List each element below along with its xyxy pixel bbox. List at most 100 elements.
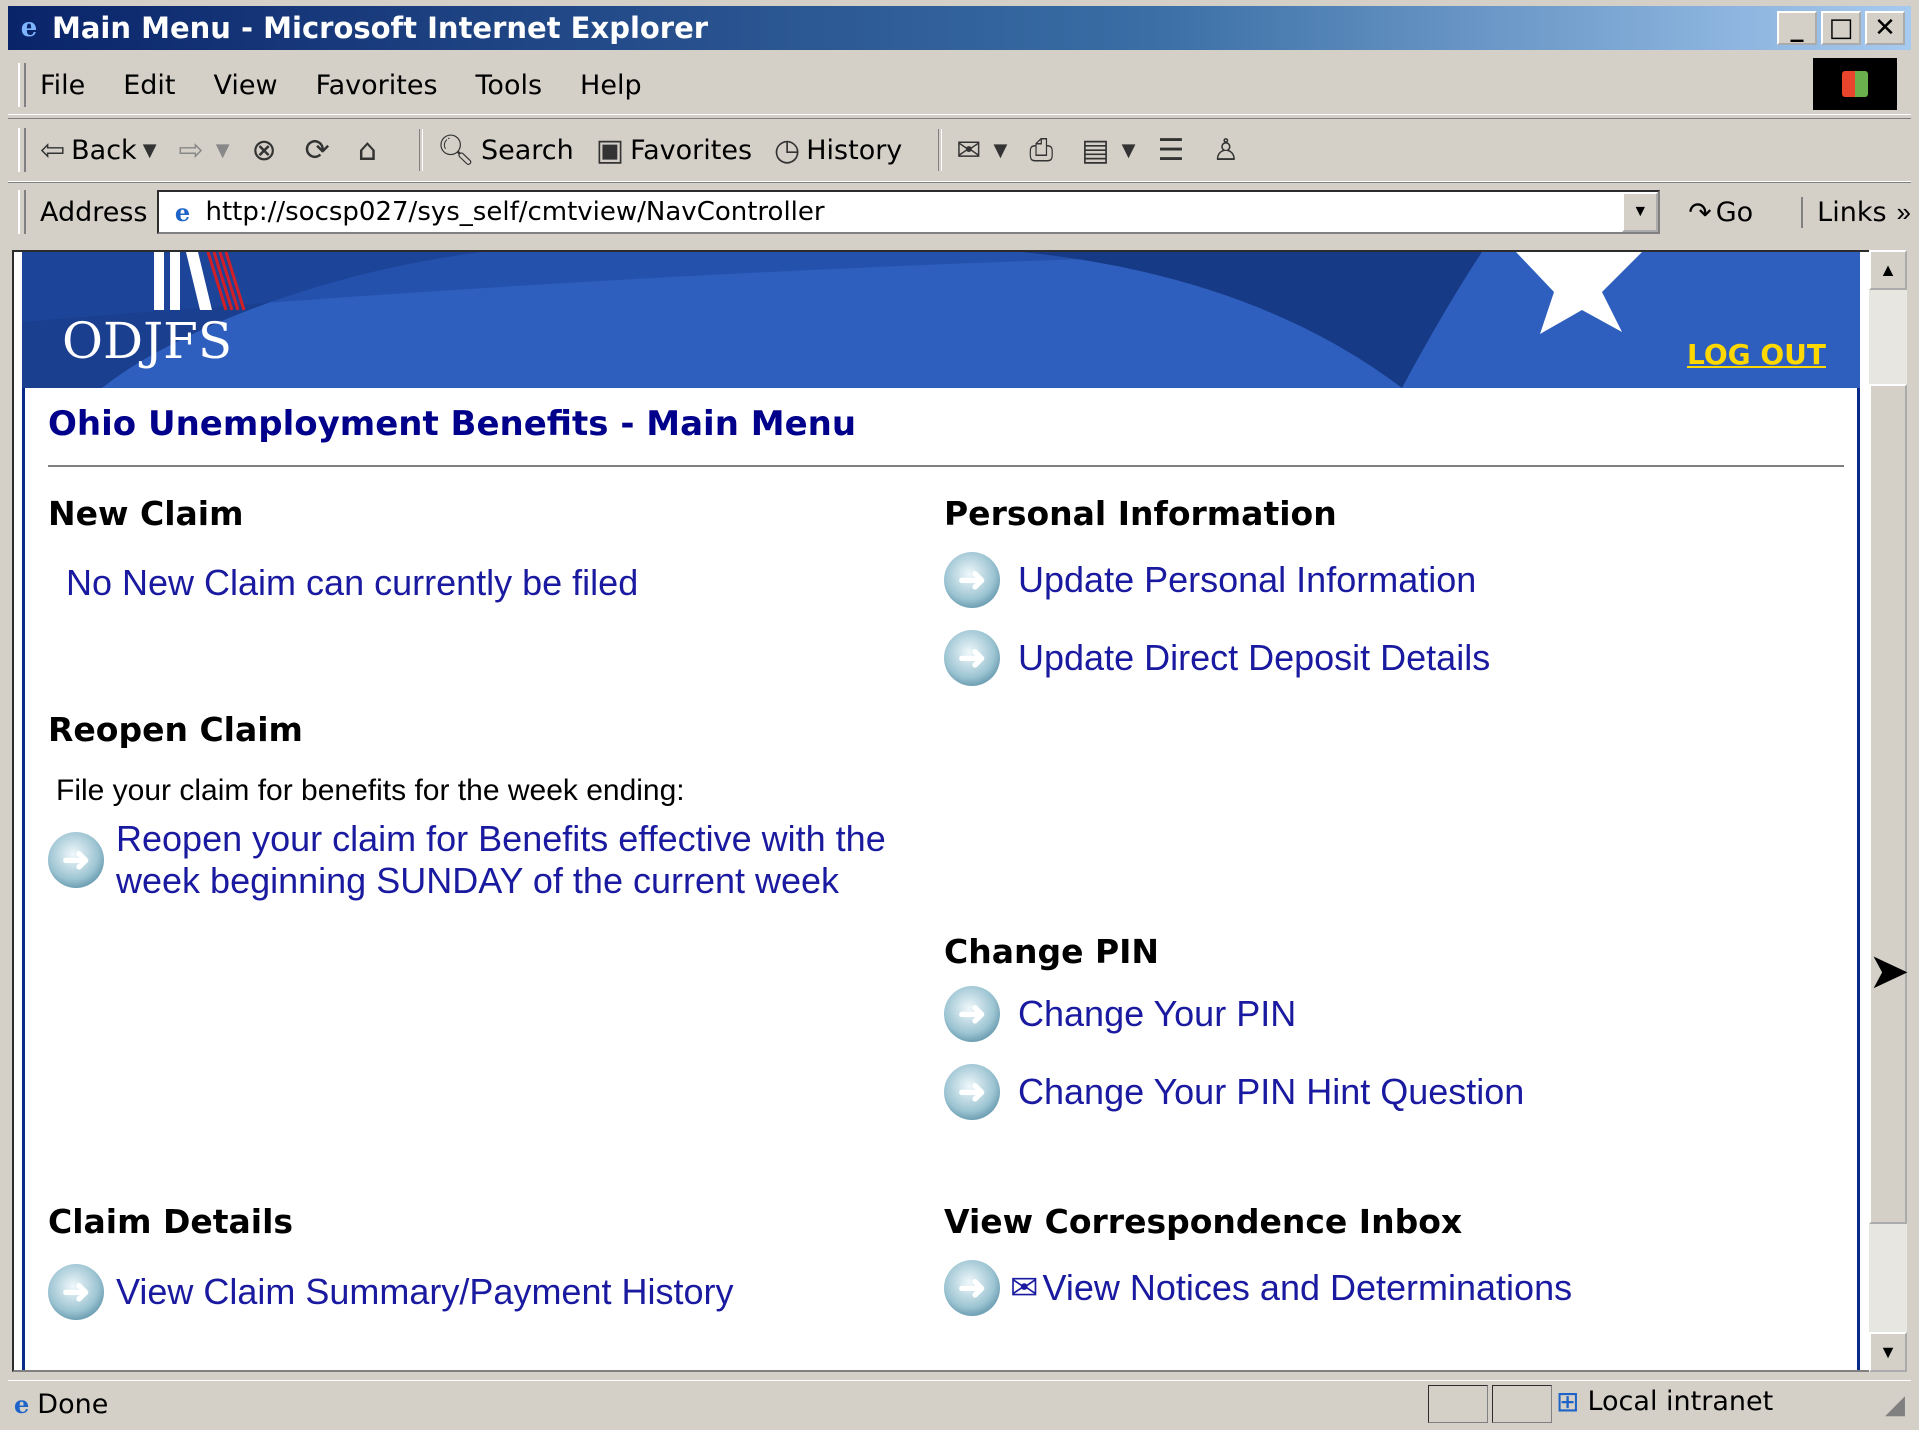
view-notices-link[interactable]: ➜ ✉ View Notices and Determinations: [944, 1260, 1572, 1316]
address-dropdown-button[interactable]: ▼: [1622, 192, 1659, 232]
view-claim-summary-link[interactable]: ➜ View Claim Summary/Payment History: [48, 1264, 733, 1320]
arrow-circle-icon: ➜: [944, 1260, 1000, 1316]
messenger-icon: ♙: [1212, 132, 1240, 168]
forward-button[interactable]: ⇨ ▼: [179, 133, 230, 168]
back-button[interactable]: ⇦ Back ▼: [40, 133, 157, 168]
change-pin-hint-text[interactable]: Change Your PIN Hint Question: [1018, 1071, 1524, 1113]
menu-view[interactable]: View: [213, 70, 277, 101]
windows-logo: [1813, 58, 1897, 110]
edit-dropdown-icon[interactable]: ▼: [1122, 140, 1136, 161]
minimize-button[interactable]: _: [1777, 11, 1817, 45]
status-panel: [1428, 1385, 1488, 1423]
reopen-claim-link-text[interactable]: Reopen your claim for Benefits effective…: [116, 818, 886, 902]
reopen-claim-line-2[interactable]: week beginning SUNDAY of the current wee…: [116, 860, 886, 902]
favorites-button[interactable]: ▣ Favorites: [596, 133, 752, 168]
address-url[interactable]: http://socsp027/sys_self/cmtview/NavCont…: [205, 197, 824, 227]
mail-icon: ✉: [956, 132, 982, 168]
arrow-circle-icon: ➜: [944, 630, 1000, 686]
reopen-claim-heading: Reopen Claim: [48, 710, 303, 749]
personal-info-heading: Personal Information: [944, 494, 1337, 533]
menu-bar: File Edit View Favorites Tools Help: [8, 56, 1911, 115]
menu-file[interactable]: File: [40, 70, 85, 101]
arrow-circle-icon: ➜: [944, 986, 1000, 1042]
update-direct-deposit-link[interactable]: ➜ Update Direct Deposit Details: [944, 630, 1490, 686]
reopen-claim-link[interactable]: ➜ Reopen your claim for Benefits effecti…: [48, 818, 886, 902]
reopen-claim-line-1[interactable]: Reopen your claim for Benefits effective…: [116, 818, 886, 860]
address-input[interactable]: e http://socsp027/sys_self/cmtview/NavCo…: [157, 190, 1661, 234]
title-divider: [48, 465, 1844, 467]
address-label: Address: [39, 196, 148, 228]
menu-favorites[interactable]: Favorites: [316, 70, 438, 101]
favorites-label: Favorites: [630, 134, 753, 166]
update-personal-info-text[interactable]: Update Personal Information: [1018, 559, 1476, 601]
correspondence-heading: View Correspondence Inbox: [944, 1202, 1463, 1241]
arrow-circle-icon: ➜: [944, 1064, 1000, 1120]
scroll-down-button[interactable]: ▼: [1869, 1332, 1907, 1372]
history-button[interactable]: ◷ History: [774, 133, 902, 168]
toolbar-separator: [938, 129, 943, 171]
no-new-claim-text: No New Claim can currently be filed: [66, 562, 639, 603]
view-notices-text[interactable]: View Notices and Determinations: [1043, 1267, 1573, 1309]
standard-toolbar: ⇦ Back ▼ ⇨ ▼ ⊗ ⟳ ⌂ 🔍︎ Search ▣ Favorites ◷ His…: [8, 118, 1911, 182]
go-button[interactable]: ↷ Go: [1688, 196, 1753, 229]
search-button[interactable]: 🔍︎ Search: [437, 133, 574, 168]
forward-dropdown-icon[interactable]: ▼: [216, 140, 230, 161]
go-arrow-icon: ↷: [1688, 195, 1712, 229]
search-label: Search: [480, 134, 574, 166]
print-icon: ⎙: [1029, 132, 1054, 168]
messenger-button[interactable]: ♙: [1212, 133, 1245, 168]
go-label: Go: [1715, 196, 1754, 228]
edit-button[interactable]: ▤ ▼: [1081, 133, 1135, 168]
edit-icon: ▤: [1081, 132, 1110, 168]
window-title: Main Menu - Microsoft Internet Explorer: [52, 11, 709, 45]
intranet-icon: ⊞: [1556, 1385, 1580, 1418]
page-title: Ohio Unemployment Benefits - Main Menu: [48, 404, 857, 444]
update-direct-deposit-text[interactable]: Update Direct Deposit Details: [1018, 637, 1490, 679]
page-viewport: ODJFS LOG OUT Ohio Unemployment Benefits…: [12, 250, 1872, 1372]
back-dropdown-icon[interactable]: ▼: [143, 140, 157, 161]
update-personal-info-link[interactable]: ➜ Update Personal Information: [944, 552, 1476, 608]
banner-swoosh: [22, 252, 1642, 388]
view-claim-summary-text[interactable]: View Claim Summary/Payment History: [116, 1271, 733, 1313]
chevron-right-icon[interactable]: »: [1897, 197, 1911, 228]
home-icon: ⌂: [357, 132, 377, 168]
address-bar: Address e http://socsp027/sys_self/cmtvi…: [8, 182, 1911, 241]
window-controls: _ □ ✕: [1777, 11, 1905, 45]
stop-button[interactable]: ⊗: [252, 133, 283, 168]
change-pin-hint-link[interactable]: ➜ Change Your PIN Hint Question: [944, 1064, 1524, 1120]
odjfs-banner: ODJFS LOG OUT: [22, 252, 1860, 388]
logout-link[interactable]: LOG OUT: [1687, 338, 1826, 371]
refresh-button[interactable]: ⟳: [305, 133, 336, 168]
menu-help[interactable]: Help: [580, 70, 642, 101]
menu-edit[interactable]: Edit: [123, 70, 175, 101]
mail-button[interactable]: ✉ ▼: [956, 133, 1007, 168]
maximize-button[interactable]: □: [1821, 11, 1861, 45]
print-button[interactable]: ⎙: [1029, 133, 1059, 168]
scroll-up-button[interactable]: ▲: [1869, 250, 1907, 290]
discuss-button[interactable]: ☰: [1157, 133, 1190, 168]
menu-tools[interactable]: Tools: [476, 70, 543, 101]
vertical-scrollbar[interactable]: ▲ ▼: [1869, 250, 1907, 1372]
close-button[interactable]: ✕: [1865, 11, 1905, 45]
scroll-thumb[interactable]: [1869, 384, 1907, 1224]
resize-grip-icon[interactable]: ◢: [1885, 1389, 1905, 1420]
mail-dropdown-icon[interactable]: ▼: [993, 140, 1007, 161]
arrow-circle-icon: ➜: [944, 552, 1000, 608]
title-bar: e Main Menu - Microsoft Internet Explore…: [8, 6, 1911, 50]
claim-details-heading: Claim Details: [48, 1202, 294, 1241]
change-pin-text[interactable]: Change Your PIN: [1018, 993, 1296, 1035]
forward-arrow-icon: ⇨: [178, 132, 204, 168]
toolbar-grip: [18, 128, 26, 172]
status-page-icon: e: [14, 1389, 30, 1419]
mouse-cursor-icon: ➤: [1868, 943, 1910, 999]
odjfs-logo-graphic: [154, 252, 246, 311]
change-pin-link[interactable]: ➜ Change Your PIN: [944, 986, 1296, 1042]
security-zone: ⊞ Local intranet: [1556, 1385, 1773, 1418]
links-button[interactable]: Links: [1801, 196, 1887, 228]
status-text: Done: [37, 1388, 109, 1420]
home-button[interactable]: ⌂: [358, 133, 383, 168]
history-label: History: [806, 134, 903, 166]
history-icon: ◷: [774, 132, 801, 168]
new-envelope-icon: ✉: [1010, 1269, 1039, 1307]
ie-window: e Main Menu - Microsoft Internet Explore…: [0, 0, 1919, 1430]
